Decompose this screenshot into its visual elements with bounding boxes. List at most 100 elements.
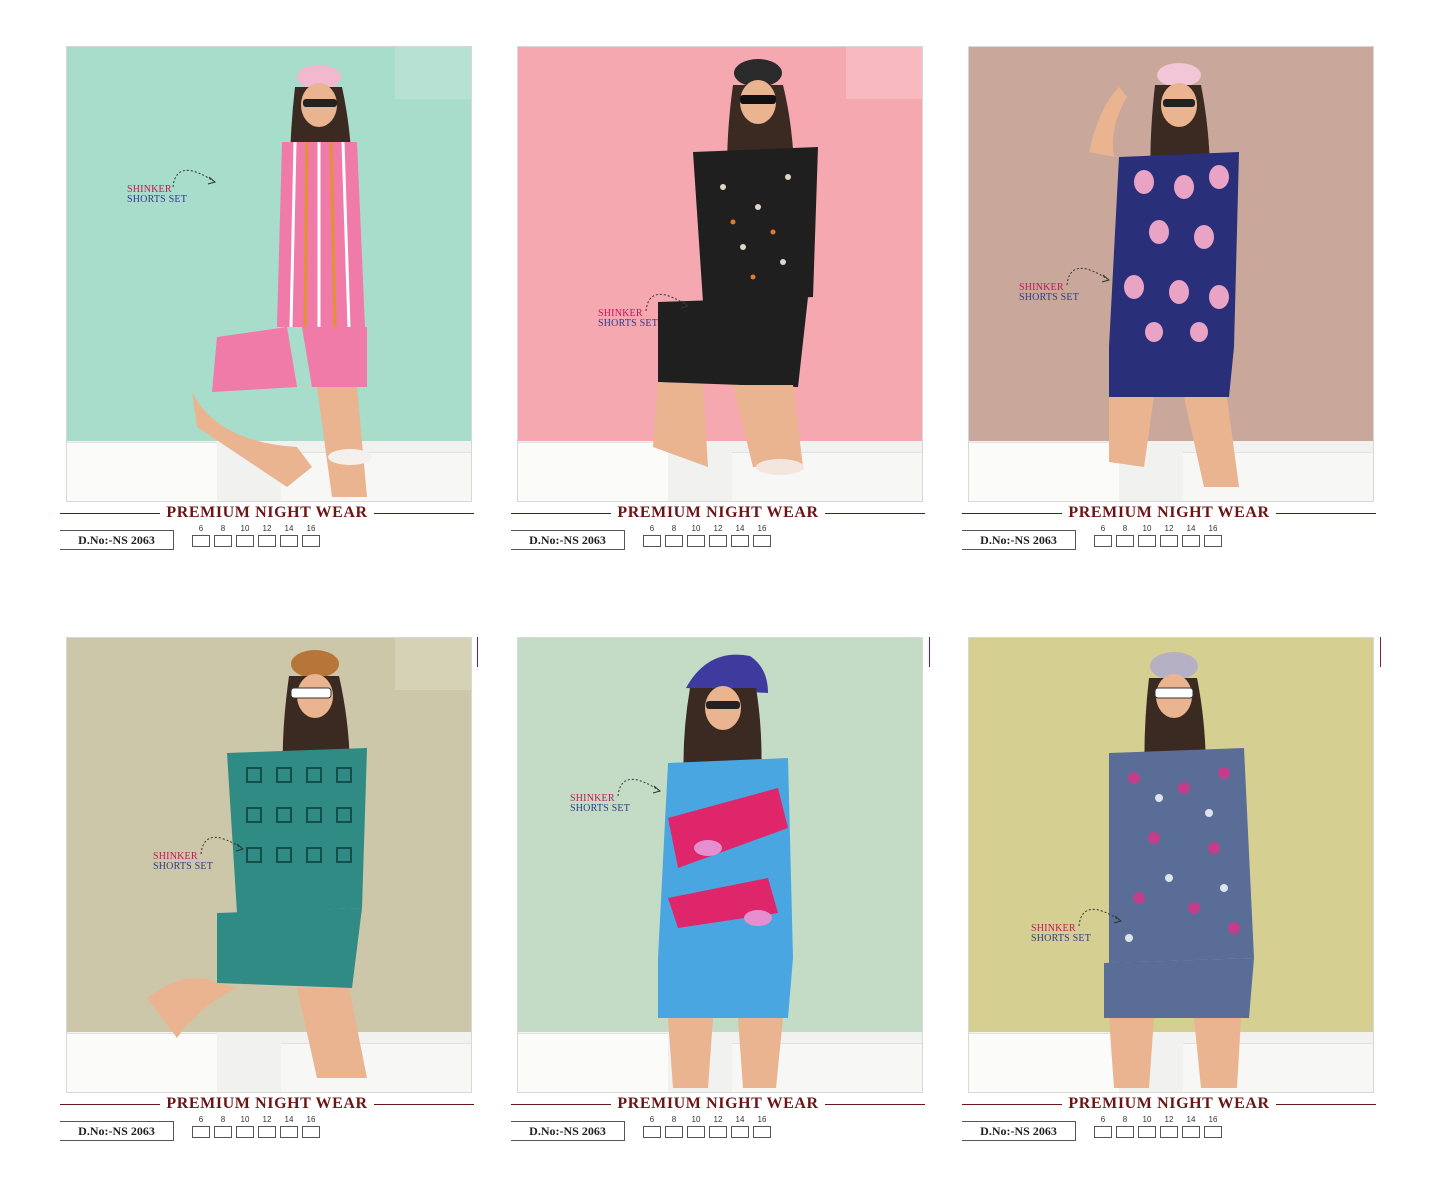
size-checkbox[interactable] [258, 535, 276, 547]
product-card-4[interactable]: SHINKER SHORTS SET PREMIUM NIGHT WEAR D.… [60, 637, 520, 1157]
size-option[interactable]: 6 [1094, 524, 1112, 547]
size-option[interactable]: 8 [214, 524, 232, 547]
size-checkbox[interactable] [280, 535, 298, 547]
callout-line-2: SHORTS SET [570, 803, 631, 814]
product-photo[interactable]: SHINKER SHORTS SET [968, 637, 1374, 1093]
size-option[interactable]: 12 [258, 524, 276, 547]
size-checkbox[interactable] [643, 1126, 661, 1138]
size-option[interactable]: 8 [665, 1115, 683, 1138]
size-option[interactable]: 14 [280, 1115, 298, 1138]
product-photo[interactable]: SHINKER SHORTS SET [66, 46, 472, 502]
size-checkbox[interactable] [709, 535, 727, 547]
banner-text: PREMIUM NIGHT WEAR [617, 1095, 819, 1112]
size-checkbox[interactable] [236, 1126, 254, 1138]
size-label: 10 [240, 1115, 250, 1124]
shorts-set-callout: SHINKER SHORTS SET [127, 169, 217, 205]
size-label: 12 [1164, 524, 1174, 533]
model-figure [1089, 63, 1239, 487]
size-checkbox[interactable] [665, 1126, 683, 1138]
size-checkbox[interactable] [1204, 535, 1222, 547]
product-card-5[interactable]: SHINKER SHORTS SET PREMIUM NIGHT WEAR D.… [511, 637, 971, 1157]
shorts-set-callout: SHINKER SHORTS SET [1031, 908, 1123, 944]
size-label: 14 [1186, 1115, 1196, 1124]
product-card-2[interactable]: SHINKER SHORTS SET PREMIUM NIGHT WEAR D.… [511, 46, 971, 566]
product-photo[interactable]: SHINKER SHORTS SET [66, 637, 472, 1093]
size-option[interactable]: 12 [709, 1115, 727, 1138]
size-label: 8 [1122, 524, 1128, 533]
size-option[interactable]: 10 [236, 524, 254, 547]
size-checkbox[interactable] [1138, 1126, 1156, 1138]
size-checkbox[interactable] [753, 535, 771, 547]
size-option[interactable]: 14 [731, 524, 749, 547]
product-card-1[interactable]: SHINKER SHORTS SET PREMIUM NIGHT WEAR D.… [60, 46, 520, 566]
product-photo[interactable]: SHINKER SHORTS SET [517, 46, 923, 502]
size-option[interactable]: 16 [753, 1115, 771, 1138]
size-checkbox[interactable] [665, 535, 683, 547]
size-checkbox[interactable] [643, 535, 661, 547]
size-option[interactable]: 12 [258, 1115, 276, 1138]
design-number-label: D.No:-NS 2063 [511, 530, 625, 550]
size-checkbox[interactable] [687, 535, 705, 547]
size-option[interactable]: 14 [731, 1115, 749, 1138]
size-option[interactable]: 6 [643, 524, 661, 547]
size-option[interactable]: 10 [687, 1115, 705, 1138]
size-option[interactable]: 16 [1204, 524, 1222, 547]
size-option[interactable]: 6 [192, 1115, 210, 1138]
size-option[interactable]: 16 [302, 1115, 320, 1138]
product-card-3[interactable]: SHINKER SHORTS SET PREMIUM NIGHT WEAR D.… [962, 46, 1422, 566]
product-photo[interactable]: SHINKER SHORTS SET [517, 637, 923, 1093]
size-option[interactable]: 14 [1182, 1115, 1200, 1138]
size-checkbox[interactable] [1094, 1126, 1112, 1138]
size-checkbox[interactable] [753, 1126, 771, 1138]
size-checkbox[interactable] [214, 535, 232, 547]
size-option[interactable]: 8 [665, 524, 683, 547]
size-checkbox[interactable] [1094, 535, 1112, 547]
size-checkbox[interactable] [1116, 1126, 1134, 1138]
size-checkbox[interactable] [1138, 535, 1156, 547]
size-option[interactable]: 12 [1160, 1115, 1178, 1138]
size-checkbox[interactable] [258, 1126, 276, 1138]
size-option[interactable]: 12 [1160, 524, 1178, 547]
size-option[interactable]: 16 [1204, 1115, 1222, 1138]
size-option[interactable]: 6 [192, 524, 210, 547]
size-option[interactable]: 10 [236, 1115, 254, 1138]
size-option[interactable]: 6 [643, 1115, 661, 1138]
size-checkbox[interactable] [731, 1126, 749, 1138]
banner-text: PREMIUM NIGHT WEAR [166, 1095, 368, 1112]
size-checkbox[interactable] [192, 535, 210, 547]
size-option[interactable]: 10 [687, 524, 705, 547]
size-checkbox[interactable] [1116, 535, 1134, 547]
premium-night-wear-banner: PREMIUM NIGHT WEAR [60, 1093, 474, 1115]
size-option[interactable]: 14 [1182, 524, 1200, 547]
size-checkbox[interactable] [1160, 1126, 1178, 1138]
design-number-label: D.No:-NS 2063 [962, 1121, 1076, 1141]
product-card-6[interactable]: SHINKER SHORTS SET PREMIUM NIGHT WEAR D.… [962, 637, 1422, 1157]
size-option[interactable]: 16 [302, 524, 320, 547]
size-checkbox[interactable] [302, 1126, 320, 1138]
size-option[interactable]: 14 [280, 524, 298, 547]
size-label: 8 [1122, 1115, 1128, 1124]
size-option[interactable]: 10 [1138, 1115, 1156, 1138]
callout-line-2: SHORTS SET [598, 318, 659, 329]
size-checkbox[interactable] [1182, 1126, 1200, 1138]
size-option[interactable]: 10 [1138, 524, 1156, 547]
size-checkbox[interactable] [302, 535, 320, 547]
size-checkbox[interactable] [236, 535, 254, 547]
size-option[interactable]: 8 [214, 1115, 232, 1138]
size-option[interactable]: 12 [709, 524, 727, 547]
size-checkbox[interactable] [1160, 535, 1178, 547]
size-checkbox[interactable] [731, 535, 749, 547]
size-checkbox[interactable] [709, 1126, 727, 1138]
size-option[interactable]: 8 [1116, 1115, 1134, 1138]
size-checkbox[interactable] [214, 1126, 232, 1138]
size-checkbox[interactable] [280, 1126, 298, 1138]
size-option[interactable]: 16 [753, 524, 771, 547]
size-label: 6 [649, 524, 655, 533]
size-checkbox[interactable] [687, 1126, 705, 1138]
product-photo[interactable]: SHINKER SHORTS SET [968, 46, 1374, 502]
size-checkbox[interactable] [192, 1126, 210, 1138]
size-option[interactable]: 6 [1094, 1115, 1112, 1138]
size-checkbox[interactable] [1182, 535, 1200, 547]
size-option[interactable]: 8 [1116, 524, 1134, 547]
size-checkbox[interactable] [1204, 1126, 1222, 1138]
